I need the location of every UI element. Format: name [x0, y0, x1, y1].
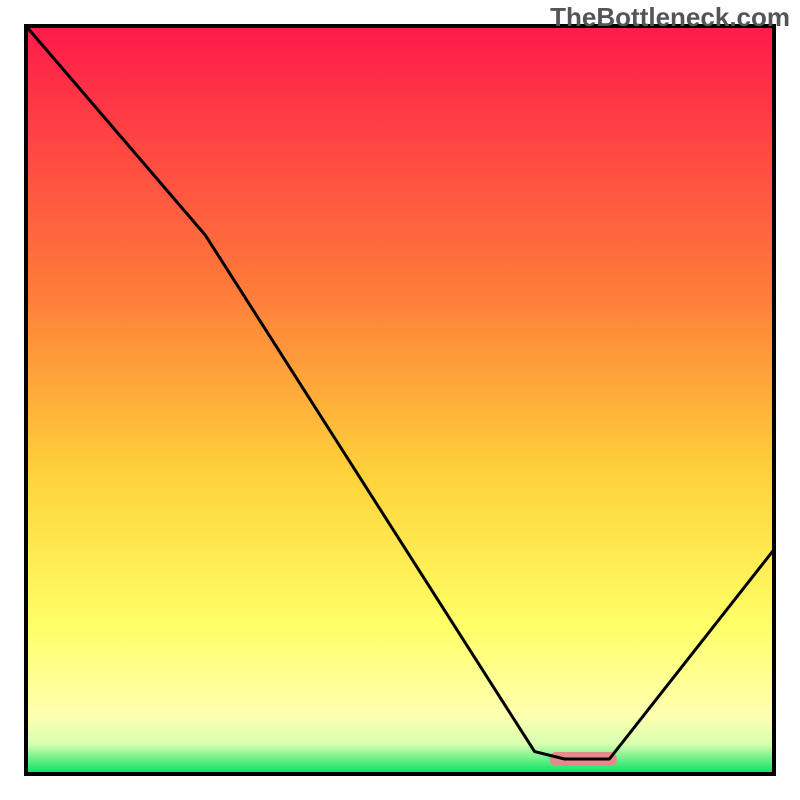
chart-container: TheBottleneck.com — [0, 0, 800, 800]
watermark-text: TheBottleneck.com — [550, 2, 790, 33]
chart-svg — [0, 0, 800, 800]
gradient-background — [26, 26, 774, 774]
